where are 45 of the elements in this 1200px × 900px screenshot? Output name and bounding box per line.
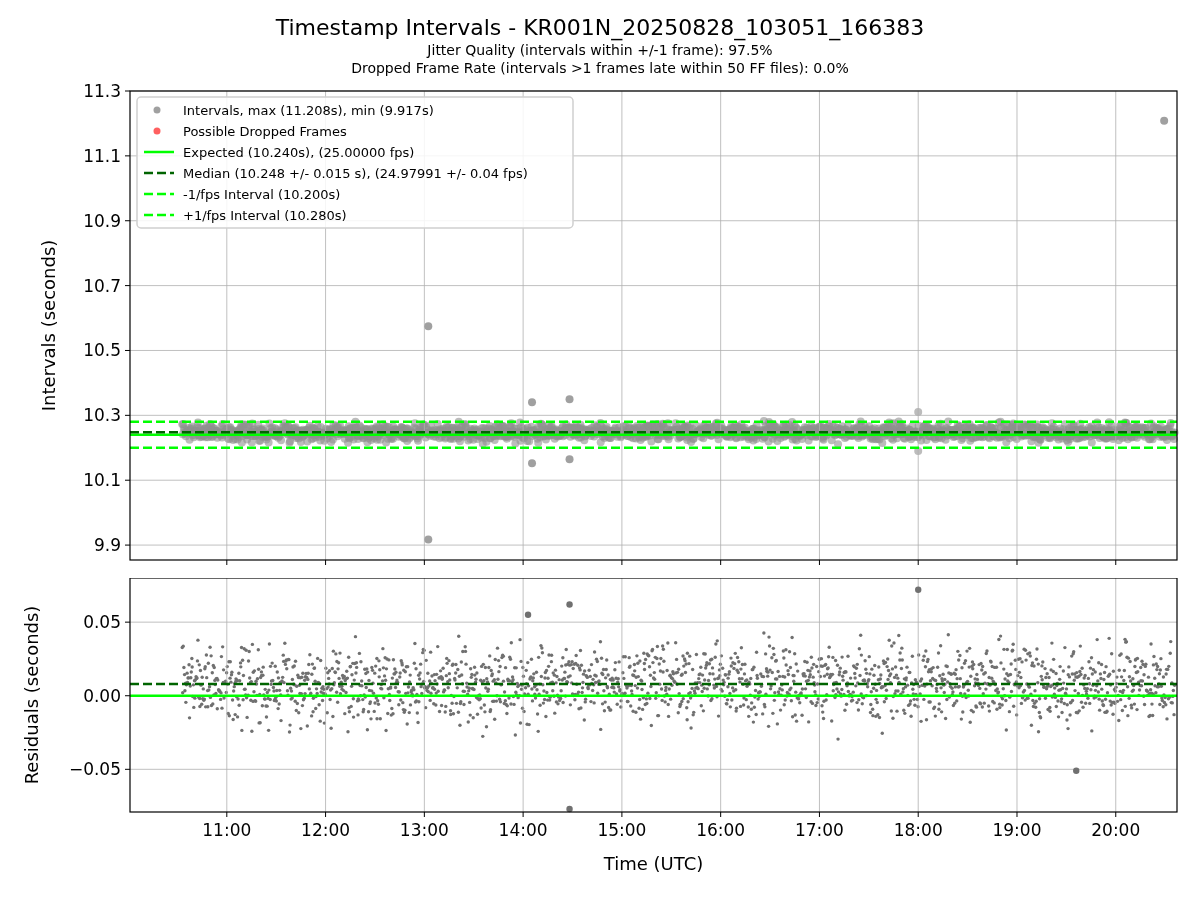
y-tick-label: 11.3 — [83, 81, 121, 101]
x-tick-label: 13:00 — [399, 820, 449, 840]
y-axis-label: Intervals (seconds) — [38, 239, 59, 412]
y-tick-label: 0.00 — [83, 685, 121, 706]
legend-label: Intervals, max (11.208s), min (9.917s) — [183, 102, 434, 118]
y-tick-label: 11.1 — [83, 145, 121, 166]
data-point — [1160, 116, 1169, 125]
y-tick-label: 10.1 — [83, 470, 121, 491]
x-tick-label: 15:00 — [597, 820, 647, 840]
x-tick-label: 19:00 — [992, 820, 1042, 840]
data-point — [528, 398, 536, 407]
data-point — [565, 455, 574, 464]
legend-label: +1/fps Interval (10.280s) — [183, 207, 347, 223]
legend-label: Median (10.248 +/- 0.015 s), (24.97991 +/- 0.04 fps) — [183, 165, 528, 181]
x-tick-label: 17:00 — [794, 820, 844, 840]
figure-title: Timestamp Intervals - KR001N_20250828_103051_166383 — [275, 15, 925, 41]
y-tick-label: 10.5 — [83, 340, 121, 361]
y-tick-label: 0.05 — [83, 612, 121, 633]
x-axis-label: Time (UTC) — [603, 853, 704, 874]
y-axis-label: Residuals (seconds) — [21, 605, 42, 785]
legend-label: Possible Dropped Frames — [183, 123, 347, 139]
data-point — [524, 611, 532, 618]
data-point — [566, 805, 573, 813]
data-point — [565, 395, 574, 404]
legend-label: Expected (10.240s), (25.00000 fps) — [183, 144, 415, 160]
x-tick-label: 18:00 — [893, 820, 943, 840]
y-tick-label: −0.05 — [68, 759, 121, 780]
data-point — [1073, 767, 1080, 774]
x-tick-label: 14:00 — [498, 820, 548, 840]
figure-subtitle: Jitter Quality (intervals within +/-1 frame): 97.5% — [427, 41, 773, 59]
x-tick-label: 12:00 — [301, 820, 351, 840]
x-tick-label: 11:00 — [202, 820, 252, 840]
figure-subtitle: Dropped Frame Rate (intervals >1 frames late within 50 FF files): 0.0% — [351, 59, 849, 77]
data-point — [528, 459, 536, 468]
data-point — [424, 535, 433, 544]
data-point — [566, 601, 573, 608]
data-point — [424, 322, 433, 331]
y-tick-label: 10.9 — [83, 210, 121, 231]
legend-label: -1/fps Interval (10.200s) — [183, 186, 341, 202]
y-tick-label: 9.9 — [93, 535, 121, 556]
x-tick-label: 20:00 — [1091, 820, 1141, 840]
y-tick-label: 10.3 — [83, 405, 121, 426]
x-tick-label: 16:00 — [696, 820, 746, 840]
data-point — [915, 586, 922, 593]
y-tick-label: 10.7 — [83, 275, 121, 296]
